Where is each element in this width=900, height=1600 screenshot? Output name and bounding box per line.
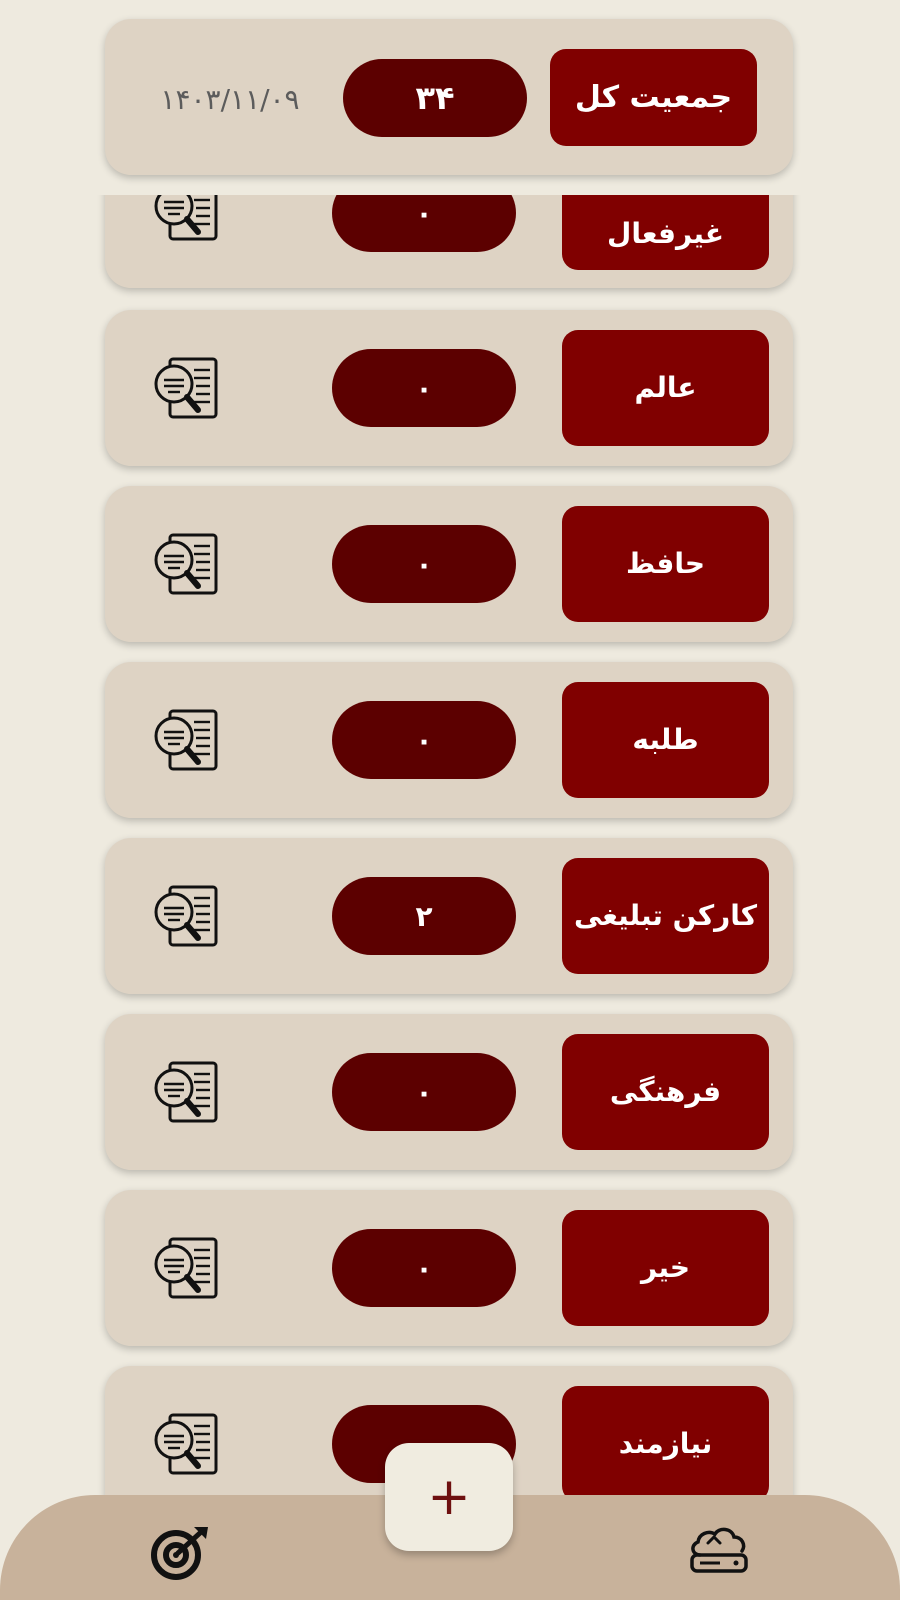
category-label-button[interactable]: فرهنگی: [562, 1034, 769, 1150]
target-icon[interactable]: [148, 1525, 212, 1581]
total-population-label[interactable]: جمعیت کل: [550, 49, 757, 146]
category-label-button[interactable]: کارکن تبلیغی: [562, 858, 769, 974]
app-screen: غیرفعال ۰ عالم ۰ حافظ ۰ طلبه ۰ کارکن تبل…: [0, 0, 900, 1600]
date-label: ۱۴۰۳/۱۱/۰۹: [160, 82, 300, 116]
search-document-icon[interactable]: [150, 356, 220, 420]
category-label-button[interactable]: خیر: [562, 1210, 769, 1326]
category-count-badge: ۰: [332, 349, 516, 427]
category-label-text: غیرفعال: [607, 217, 724, 250]
total-summary-card: جمعیت کل ۳۴ ۱۴۰۳/۱۱/۰۹: [105, 19, 793, 175]
search-document-icon[interactable]: [150, 1236, 220, 1300]
category-label-text: نیازمند: [618, 1427, 713, 1460]
category-label-text: کارکن تبلیغی: [573, 899, 758, 932]
add-button[interactable]: +: [385, 1443, 513, 1551]
category-row-scholar[interactable]: عالم ۰: [105, 310, 793, 466]
category-label-button[interactable]: حافظ: [562, 506, 769, 622]
category-row-hafiz[interactable]: حافظ ۰: [105, 486, 793, 642]
category-count-badge: ۰: [332, 701, 516, 779]
category-label-text: فرهنگی: [609, 1075, 722, 1108]
plus-icon: +: [427, 1467, 471, 1527]
category-label-button[interactable]: طلبه: [562, 682, 769, 798]
category-row-outreach-worker[interactable]: کارکن تبلیغی ۲: [105, 838, 793, 994]
category-count-badge: ۲: [332, 877, 516, 955]
category-row-benefactor[interactable]: خیر ۰: [105, 1190, 793, 1346]
total-count-badge: ۳۴: [343, 59, 527, 137]
search-document-icon[interactable]: [150, 708, 220, 772]
category-count-badge: ۰: [332, 525, 516, 603]
category-count-badge: ۰: [332, 1053, 516, 1131]
search-document-icon[interactable]: [150, 1060, 220, 1124]
cloud-sync-icon[interactable]: [686, 1525, 752, 1575]
category-row-cultural[interactable]: فرهنگی ۰: [105, 1014, 793, 1170]
search-document-icon[interactable]: [150, 1412, 220, 1476]
category-label-button[interactable]: نیازمند: [562, 1386, 769, 1502]
category-label-text: خیر: [640, 1251, 691, 1284]
search-document-icon[interactable]: [150, 532, 220, 596]
category-label-button[interactable]: عالم: [562, 330, 769, 446]
search-document-icon[interactable]: [150, 884, 220, 948]
category-label-text: حافظ: [626, 547, 706, 580]
category-label-text: طلبه: [632, 723, 699, 756]
category-list[interactable]: غیرفعال ۰ عالم ۰ حافظ ۰ طلبه ۰ کارکن تبل…: [0, 0, 900, 1600]
category-count-badge: ۰: [332, 1229, 516, 1307]
category-row-student[interactable]: طلبه ۰: [105, 662, 793, 818]
category-label-text: عالم: [634, 371, 697, 404]
